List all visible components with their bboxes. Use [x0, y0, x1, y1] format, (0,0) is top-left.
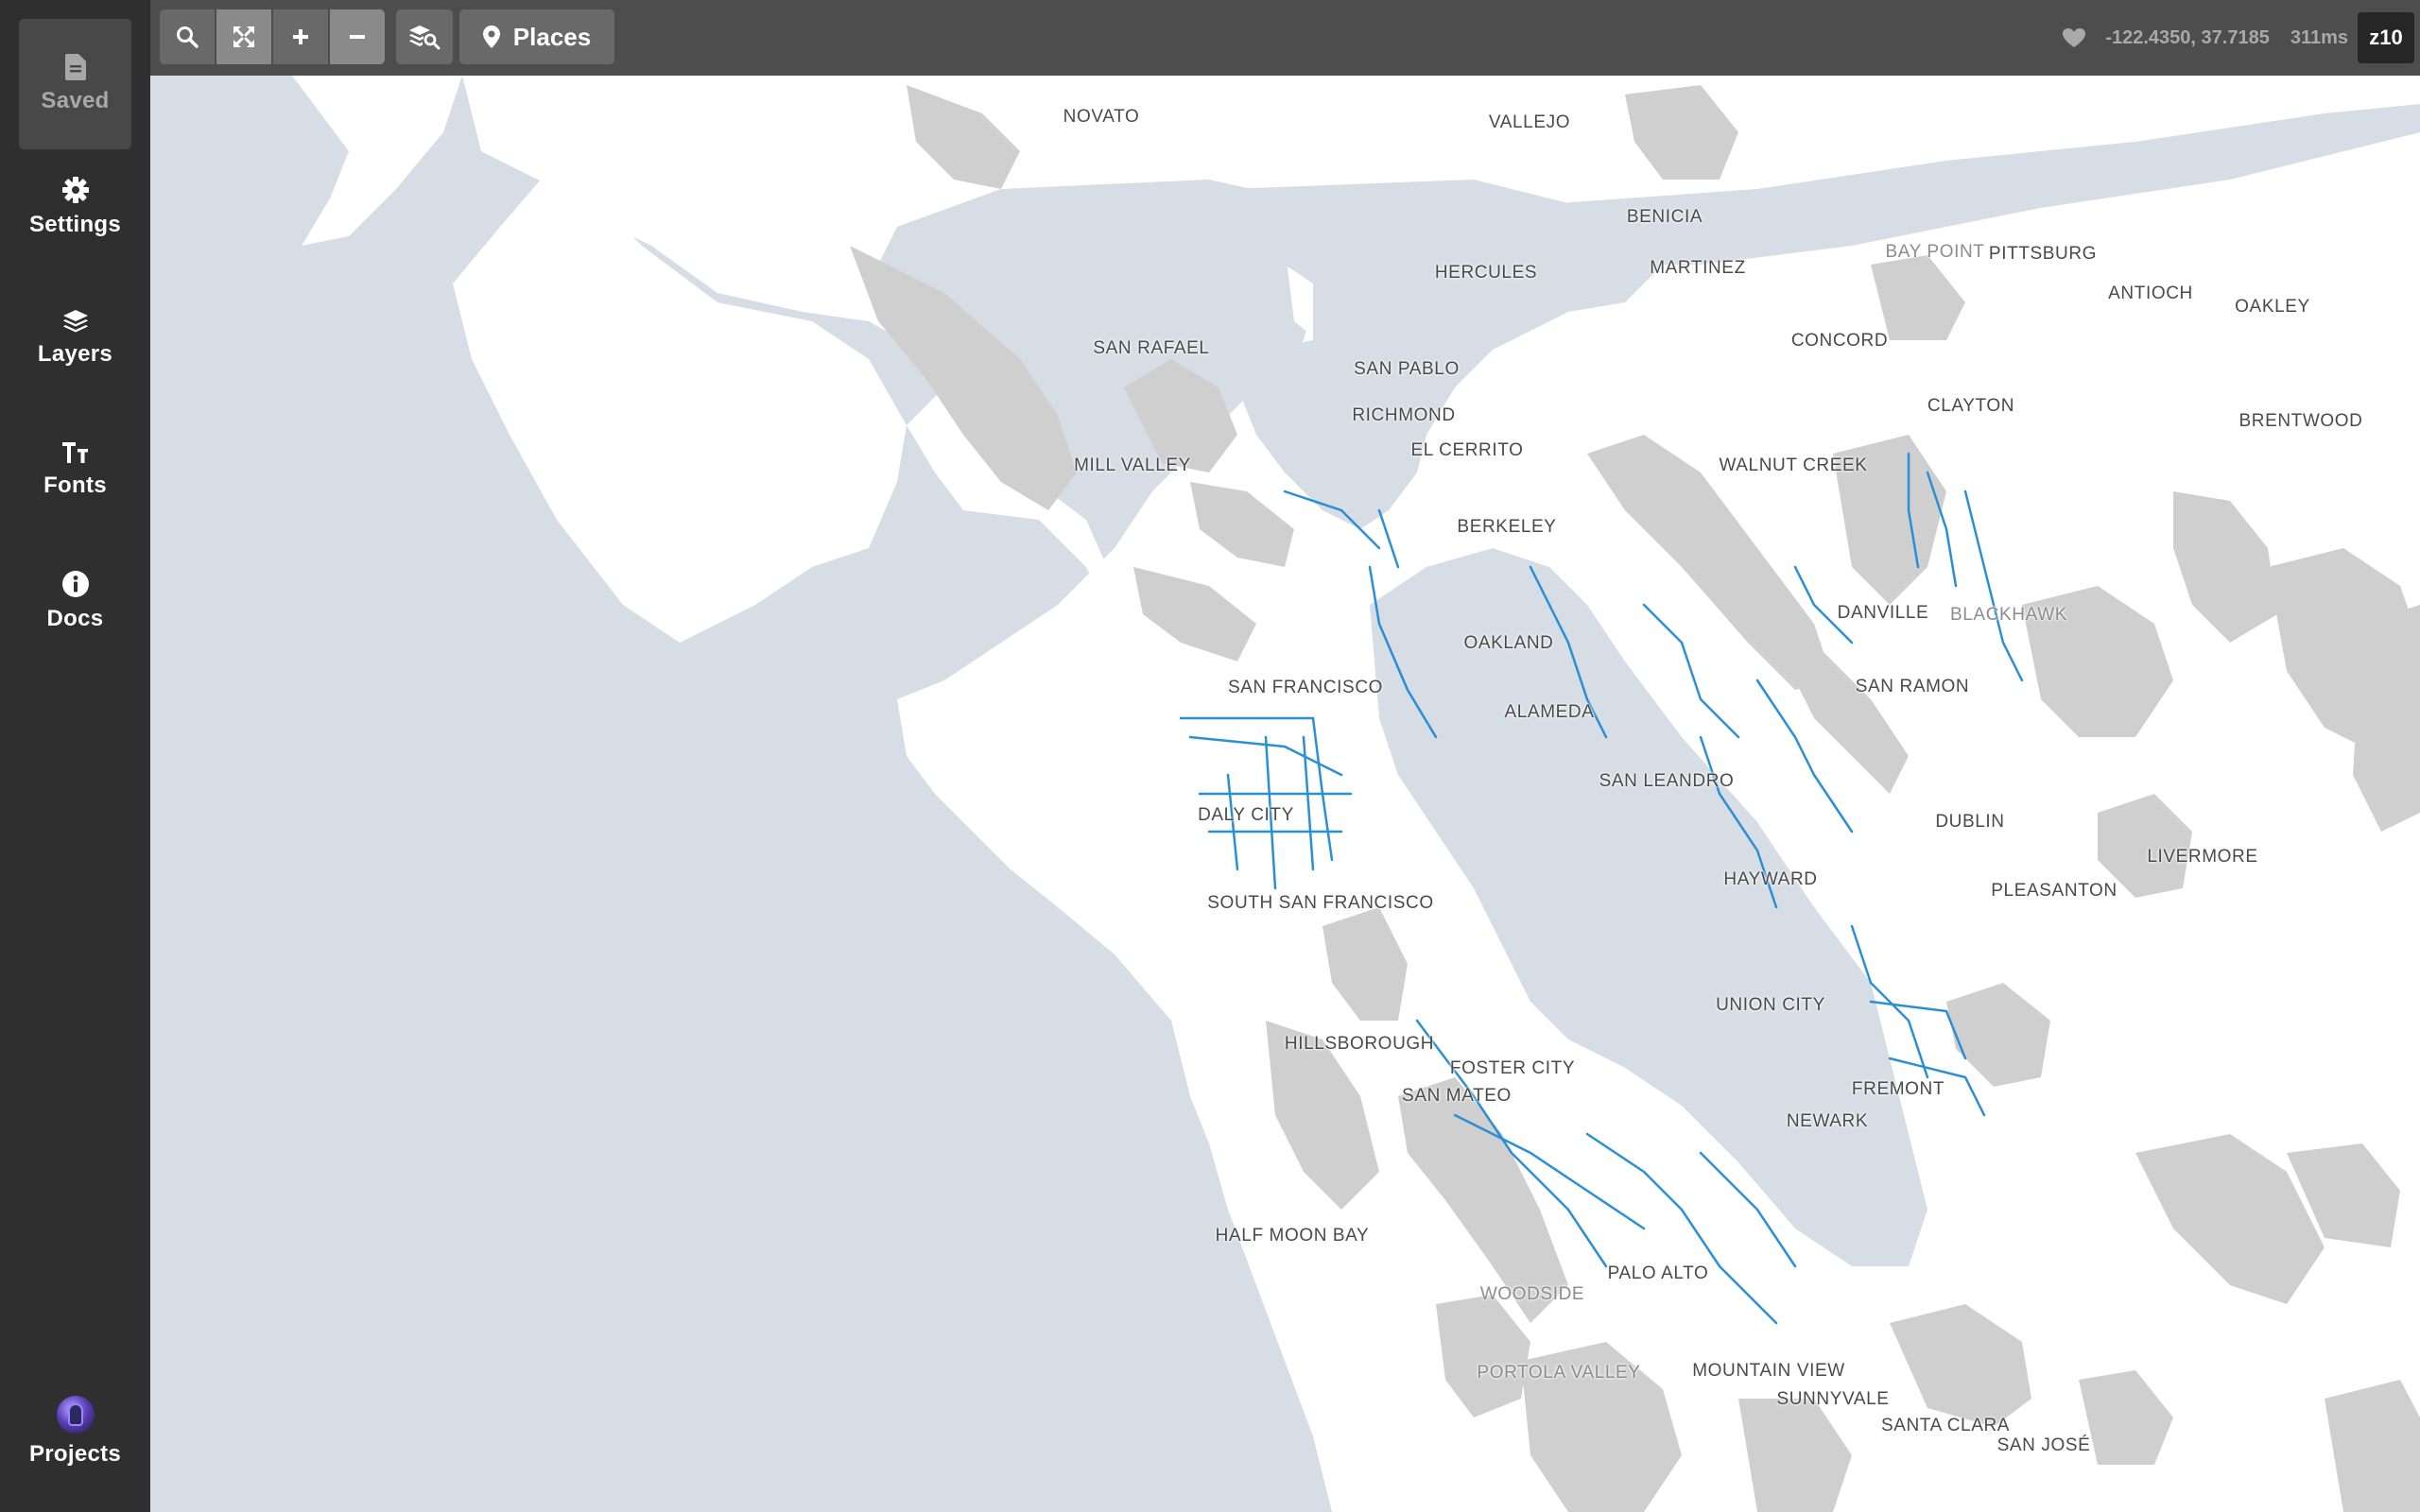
map-status: -122.4350, 37.7185 311ms z10	[2062, 0, 2420, 76]
place-label[interactable]: NOVATO	[1063, 107, 1140, 128]
place-label[interactable]: UNION CITY	[1716, 995, 1825, 1016]
place-label[interactable]: ANTIOCH	[2108, 284, 2193, 304]
place-label[interactable]: FREMONT	[1852, 1079, 1945, 1100]
expand-icon	[233, 26, 254, 47]
places-label: Places	[512, 22, 592, 51]
zoom-in-button[interactable]	[273, 9, 328, 64]
search-button[interactable]	[160, 9, 215, 64]
map-pin-icon	[482, 26, 500, 48]
place-label[interactable]: PITTSBURG	[1989, 244, 2097, 265]
plus-icon	[293, 29, 308, 44]
info-icon	[61, 571, 89, 597]
sidebar-item-label: Settings	[28, 212, 122, 237]
zoom-out-button[interactable]	[330, 9, 385, 64]
place-label[interactable]: PORTOLA VALLEY	[1477, 1363, 1640, 1383]
place-label[interactable]: SAN RAMON	[1856, 677, 1969, 697]
place-label[interactable]: WALNUT CREEK	[1719, 455, 1867, 476]
place-label[interactable]: SANTA CLARA	[1881, 1416, 2010, 1436]
fullscreen-button[interactable]	[216, 9, 271, 64]
map-basemap	[150, 76, 2420, 1512]
map-canvas[interactable]: NOVATO VALLEJO BENICIA HERCULES MARTINEZ BAY …	[150, 76, 2420, 1512]
place-label[interactable]: PALO ALTO	[1608, 1263, 1709, 1284]
place-label[interactable]: CLAYTON	[1927, 396, 2014, 417]
place-label[interactable]: PLEASANTON	[1991, 881, 2117, 902]
sidebar-item-label: Layers	[37, 341, 113, 367]
layers-icon	[62, 310, 88, 333]
place-label[interactable]: OAKLEY	[2235, 297, 2310, 318]
heart-icon[interactable]	[2062, 27, 2086, 48]
place-label[interactable]: SAN JOSÉ	[1997, 1435, 2091, 1456]
sidebar-item-label: Saved	[41, 88, 110, 113]
place-label[interactable]: HERCULES	[1435, 263, 1537, 284]
search-icon	[177, 26, 199, 48]
place-label[interactable]: SAN PABLO	[1354, 359, 1460, 380]
place-label[interactable]: NEWARK	[1787, 1111, 1868, 1132]
place-label[interactable]: SAN FRANCISCO	[1228, 678, 1383, 698]
place-label[interactable]: BRENTWOOD	[2238, 411, 2362, 432]
place-label[interactable]: BERKELEY	[1457, 517, 1556, 538]
sidebar-item-label: Docs	[46, 606, 104, 631]
map-toolbar: Places -122.4350, 37.7185 311ms z10	[150, 0, 2420, 76]
gear-icon	[61, 177, 89, 203]
sidebar-item-projects[interactable]: Projects	[19, 1370, 131, 1493]
minus-icon	[350, 35, 365, 39]
sidebar-item-layers[interactable]: Layers	[19, 273, 131, 404]
place-label[interactable]: SAN MATEO	[1402, 1086, 1512, 1107]
avatar	[56, 1396, 95, 1434]
sidebar-item-docs[interactable]: Docs	[19, 536, 131, 666]
place-label[interactable]: SAN RAFAEL	[1093, 338, 1209, 359]
sidebar-item-saved[interactable]: Saved	[19, 19, 131, 149]
coordinates-readout: -122.4350, 37.7185	[2105, 26, 2270, 48]
place-label[interactable]: BLACKHAWK	[1950, 605, 2067, 626]
render-time: 311ms	[2290, 26, 2348, 48]
place-label[interactable]: ALAMEDA	[1504, 702, 1594, 723]
sidebar-item-label: Fonts	[43, 472, 107, 498]
place-label[interactable]: DUBLIN	[1935, 812, 2004, 833]
layers-search-icon	[409, 26, 441, 50]
place-label[interactable]: WOODSIDE	[1480, 1284, 1584, 1305]
place-label[interactable]: HILLSBOROUGH	[1285, 1034, 1434, 1055]
document-icon	[64, 54, 86, 80]
place-label[interactable]: LIVERMORE	[2147, 847, 2257, 868]
place-label[interactable]: SUNNYVALE	[1776, 1389, 1889, 1410]
place-label[interactable]: CONCORD	[1791, 331, 1888, 352]
sidebar-item-label: Projects	[28, 1441, 122, 1467]
sidebar-item-settings[interactable]: Settings	[19, 142, 131, 272]
sidebar: Saved Settings Layers Fonts Docs Project…	[0, 0, 150, 1512]
place-label[interactable]: HALF MOON BAY	[1216, 1226, 1370, 1246]
place-label[interactable]: RICHMOND	[1352, 405, 1455, 426]
place-label[interactable]: SAN LEANDRO	[1599, 771, 1735, 792]
zoom-level-badge: z10	[2358, 12, 2414, 63]
place-label[interactable]: FOSTER CITY	[1450, 1058, 1575, 1079]
sidebar-item-fonts[interactable]: Fonts	[19, 404, 131, 535]
place-label[interactable]: SOUTH SAN FRANCISCO	[1207, 893, 1433, 914]
place-label[interactable]: MARTINEZ	[1650, 258, 1746, 279]
places-button[interactable]: Places	[459, 9, 614, 64]
font-icon	[61, 442, 88, 463]
place-label[interactable]: BAY POINT	[1885, 242, 1984, 263]
place-label[interactable]: BENICIA	[1627, 207, 1703, 228]
place-label[interactable]: HAYWARD	[1723, 869, 1817, 890]
place-label[interactable]: VALLEJO	[1489, 112, 1570, 133]
place-label[interactable]: DALY CITY	[1198, 805, 1294, 826]
inspect-layers-button[interactable]	[396, 9, 453, 64]
place-label[interactable]: MOUNTAIN VIEW	[1692, 1361, 1845, 1382]
place-label[interactable]: DANVILLE	[1838, 603, 1929, 624]
place-label[interactable]: EL CERRITO	[1411, 440, 1524, 461]
place-label[interactable]: OAKLAND	[1463, 633, 1553, 654]
place-label[interactable]: MILL VALLEY	[1074, 455, 1191, 476]
